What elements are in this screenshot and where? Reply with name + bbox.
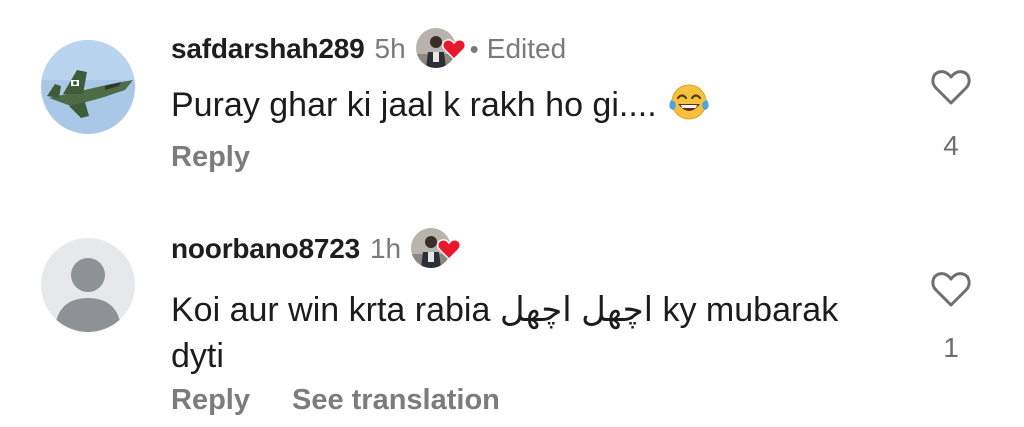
timestamp: 1h xyxy=(369,233,402,264)
username[interactable]: safdarshah289 xyxy=(171,33,365,65)
like-count: 4 xyxy=(943,130,959,161)
comment-actions: Reply xyxy=(171,141,250,174)
comment-text: Puray ghar ki jaal k rakh ho gi.... xyxy=(171,82,891,134)
see-translation-button[interactable]: See translation xyxy=(292,384,500,417)
comment-header: safdarshah289 5h • Edited xyxy=(171,28,566,70)
comment-actions: Reply See translation xyxy=(171,384,500,417)
reply-button[interactable]: Reply xyxy=(171,384,250,417)
avatar[interactable] xyxy=(41,40,135,134)
separator-dot: • xyxy=(469,33,479,64)
like-control: 4 xyxy=(926,68,976,162)
comment-item: noorbano8723 1h Koi aur win krta rabia ا… xyxy=(0,200,1024,427)
comment-body: Koi aur win krta rabia اچھل اچھل ky muba… xyxy=(171,291,839,375)
face-with-tears-of-joy-icon xyxy=(667,82,711,134)
heart-outline-icon[interactable] xyxy=(930,68,972,106)
like-control: 1 xyxy=(926,270,976,364)
like-count: 1 xyxy=(943,332,959,363)
timestamp: 5h xyxy=(374,33,406,64)
heart-filled-icon xyxy=(437,239,462,260)
comment-text: Koi aur win krta rabia اچھل اچھل ky muba… xyxy=(171,287,891,379)
comment-body: Puray ghar ki jaal k rakh ho gi.... xyxy=(171,86,657,124)
default-user-icon xyxy=(41,238,135,332)
comment-item: safdarshah289 5h • Edited Puray ghar ki … xyxy=(0,0,1024,200)
avatar[interactable] xyxy=(41,238,135,332)
creator-liked-badge xyxy=(415,28,466,70)
heart-filled-icon xyxy=(441,39,466,60)
heart-outline-icon[interactable] xyxy=(930,270,972,308)
comment-header: noorbano8723 1h xyxy=(171,228,462,270)
username[interactable]: noorbano8723 xyxy=(171,233,360,265)
jet-profile-image xyxy=(41,40,135,134)
edited-label: Edited xyxy=(486,33,567,64)
creator-liked-badge xyxy=(411,228,462,270)
reply-button[interactable]: Reply xyxy=(171,141,250,174)
